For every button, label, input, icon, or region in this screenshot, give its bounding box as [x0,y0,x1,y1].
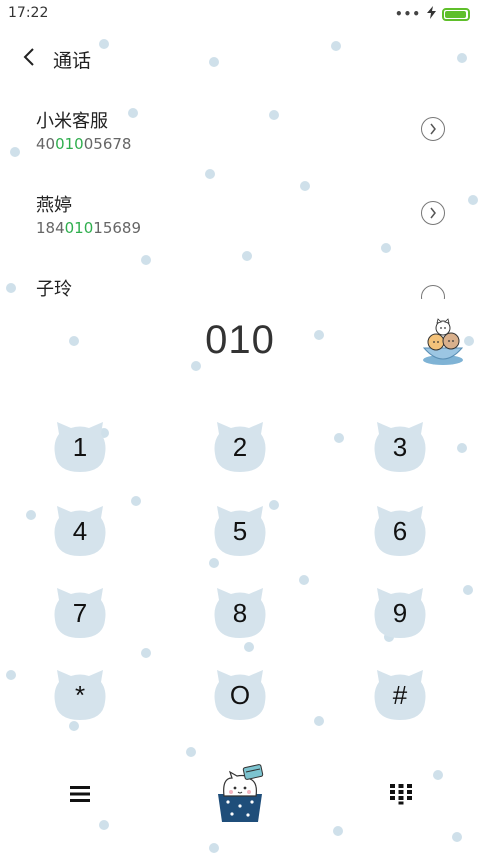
cat-gift-icon [218,764,264,822]
key-label: 3 [392,432,408,462]
key-2[interactable]: 2 [213,420,267,474]
battery-level [445,10,466,18]
key-0[interactable]: O [213,668,267,722]
contact-detail-button[interactable] [421,201,445,225]
contact-detail-button[interactable] [421,117,445,141]
menu-icon [70,786,90,802]
key-8[interactable]: 8 [213,586,267,640]
chevron-left-icon [23,48,34,66]
header: 通话 [0,38,480,78]
keypad-icon [390,784,412,805]
key-label: 5 [232,516,248,546]
menu-button[interactable] [64,780,96,808]
key-label: 7 [72,598,88,628]
contact-name: 燕婷 [36,195,72,216]
more-indicator: ••• [394,7,421,21]
contact-name: 小米客服 [36,111,108,132]
key-label: 8 [232,598,248,628]
key-5[interactable]: 5 [213,504,267,558]
call-button[interactable] [212,764,268,824]
battery-icon [442,7,470,21]
key-star[interactable]: * [53,668,107,722]
key-label: 6 [392,516,408,546]
keypad-toggle-button[interactable] [385,780,417,808]
key-label: 4 [72,516,88,546]
key-label: 9 [392,598,408,628]
bolt-icon [427,6,436,22]
key-1[interactable]: 1 [53,420,107,474]
key-7[interactable]: 7 [53,586,107,640]
key-label: * [74,680,86,710]
contact-number: 4001005678 [36,135,132,153]
cats-bowl-icon [418,318,468,366]
contact-item[interactable]: 子玲 [0,275,480,299]
chevron-right-icon [430,123,436,135]
key-4[interactable]: 4 [53,504,107,558]
key-label: 2 [232,432,248,462]
key-9[interactable]: 9 [373,586,427,640]
page-title: 通话 [53,50,92,72]
key-6[interactable]: 6 [373,504,427,558]
dialed-number: 010 [205,318,275,362]
key-label: # [392,680,408,710]
key-hash[interactable]: # [373,668,427,722]
back-button[interactable] [14,42,44,72]
contact-name: 子玲 [36,279,72,299]
chevron-right-icon [430,207,436,219]
key-label: O [229,680,251,710]
contact-number: 18401015689 [36,219,141,237]
status-time: 17:22 [8,5,49,21]
contact-item[interactable]: 燕婷 18401015689 [0,191,480,251]
status-indicators: ••• [395,6,470,22]
key-3[interactable]: 3 [373,420,427,474]
key-label: 1 [72,432,88,462]
contact-detail-button[interactable] [421,285,445,299]
status-bar: 17:22 ••• [0,0,480,28]
contact-item[interactable]: 小米客服 4001005678 [0,107,480,167]
